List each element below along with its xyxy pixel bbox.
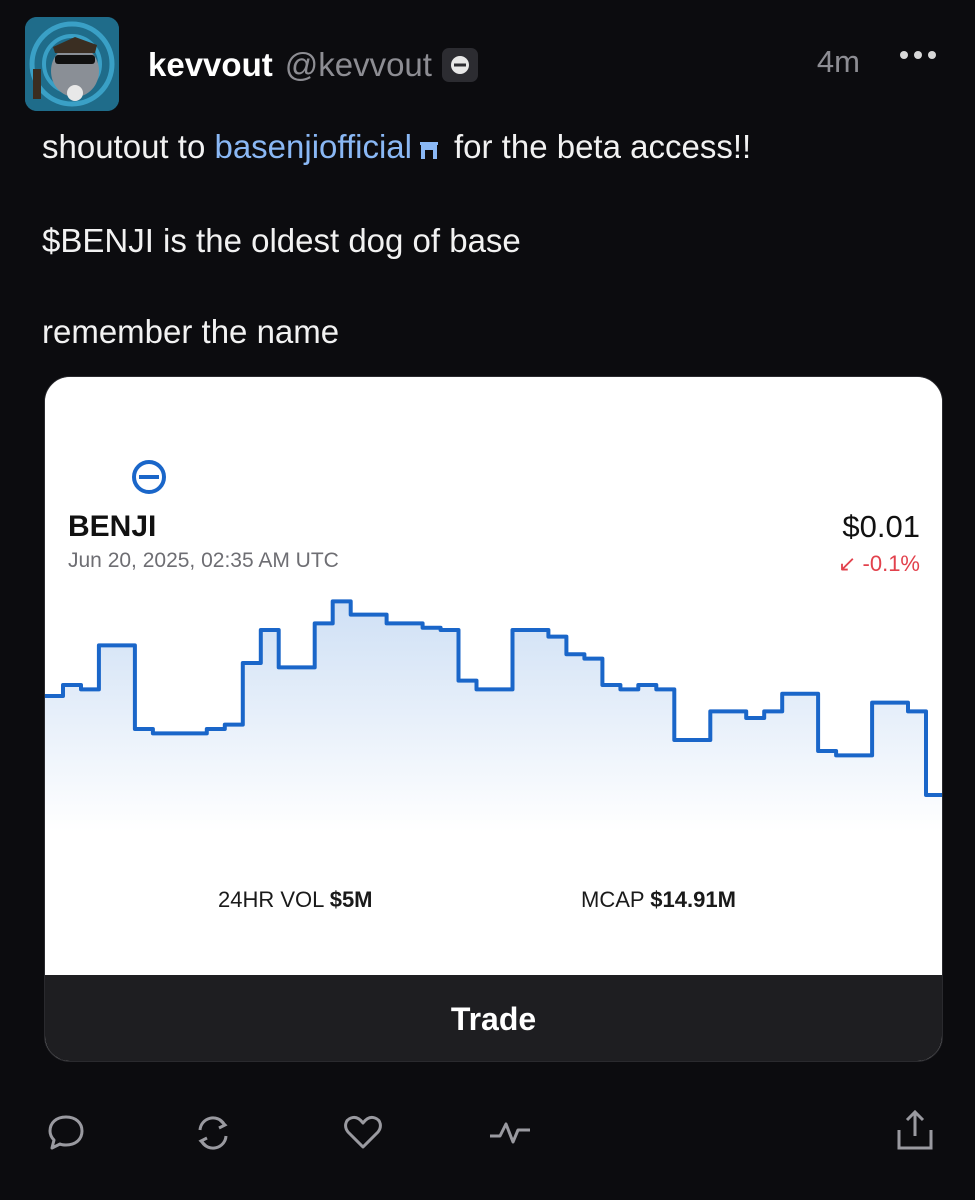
handle[interactable]: @kevvout: [285, 46, 432, 84]
reply-icon[interactable]: [46, 1112, 86, 1157]
like-icon[interactable]: [342, 1112, 384, 1157]
activity-icon[interactable]: [488, 1112, 532, 1157]
post-time: 4m: [816, 44, 860, 79]
base-token-icon: [131, 459, 167, 500]
avatar-image: [25, 17, 119, 111]
price-chart: [45, 599, 942, 832]
post-text-line-2: $BENJI is the oldest dog of base: [42, 221, 521, 259]
token-price: $0.01: [842, 509, 920, 544]
avatar[interactable]: [25, 17, 119, 111]
more-icon[interactable]: [898, 48, 938, 67]
trade-button[interactable]: Trade: [45, 975, 942, 1061]
mcap-stat: MCAP $14.91M: [581, 887, 736, 912]
recast-icon[interactable]: [192, 1112, 234, 1159]
price-change: ↙ -0.1%: [837, 551, 920, 576]
post-header: kevvout @kevvout: [148, 40, 478, 90]
token-name: BENJI: [68, 510, 157, 543]
mention-link[interactable]: basenjiofficial: [214, 128, 412, 165]
chart-area-fill: [45, 601, 942, 832]
share-icon[interactable]: [895, 1108, 935, 1157]
mcap-value: $14.91M: [650, 887, 736, 912]
token-card[interactable]: BENJI Jun 20, 2025, 02:35 AM UTC $0.01 ↙…: [44, 376, 943, 1062]
channel-icon[interactable]: [441, 48, 478, 82]
post-text-line-1: shoutout to basenjiofficial for the beta …: [42, 124, 751, 172]
channel-arch-icon: [418, 127, 440, 172]
token-timestamp: Jun 20, 2025, 02:35 AM UTC: [68, 549, 339, 572]
volume-stat: 24HR VOL $5M: [218, 887, 373, 912]
volume-value: $5M: [329, 887, 373, 912]
post-body: shoutout to basenjiofficial for the beta …: [42, 124, 751, 354]
token-card-body: BENJI Jun 20, 2025, 02:35 AM UTC $0.01 ↙…: [45, 377, 942, 975]
display-name[interactable]: kevvout: [148, 46, 273, 84]
post-text-line-3: remember the name: [42, 312, 340, 350]
